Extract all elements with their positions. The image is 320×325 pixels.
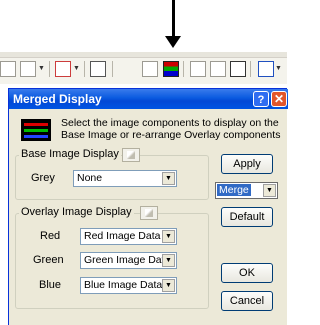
toolbar-button-9[interactable] xyxy=(230,61,246,77)
green-channel-select[interactable]: Green Image Data ▼ xyxy=(80,252,177,269)
ok-button[interactable]: OK xyxy=(221,263,273,283)
toolbar-button-1[interactable] xyxy=(0,61,16,77)
toolbar-button-10[interactable] xyxy=(258,61,274,77)
toolbar: ▼ ▼ ▼ xyxy=(0,52,287,84)
blue-channel-select[interactable]: Blue Image Data ▼ xyxy=(80,277,177,294)
dropdown-arrow-icon[interactable]: ▼ xyxy=(72,61,81,77)
dropdown-arrow-icon[interactable]: ▼ xyxy=(162,230,175,243)
histogram-tool-button[interactable] xyxy=(90,61,106,77)
toolbar-top-band xyxy=(0,52,287,58)
green-channel-value: Green Image Data xyxy=(84,254,171,266)
toolbar-separator xyxy=(49,61,50,77)
merged-display-button[interactable] xyxy=(163,61,179,77)
grey-select-value: None xyxy=(77,172,103,184)
default-button[interactable]: Default xyxy=(221,207,273,227)
toolbar-button-2[interactable] xyxy=(20,61,36,77)
dropdown-arrow-icon[interactable]: ▼ xyxy=(162,254,175,267)
toolbar-separator xyxy=(112,61,113,77)
pointer-arrow-icon xyxy=(165,36,181,48)
dropdown-arrow-icon[interactable]: ▼ xyxy=(37,61,46,77)
overlay-image-group-label: Overlay Image Display xyxy=(19,206,134,218)
red-channel-select[interactable]: Red Image Data ▼ xyxy=(80,228,177,245)
overlay-options-button[interactable] xyxy=(140,206,158,220)
dropdown-arrow-icon[interactable]: ▼ xyxy=(263,184,276,197)
green-label: Green xyxy=(33,254,64,266)
dialog-title: Merged Display xyxy=(13,92,102,106)
mode-select[interactable]: Merge ▼ xyxy=(215,182,278,199)
close-icon[interactable]: ✕ xyxy=(271,91,287,107)
grey-label: Grey xyxy=(31,172,55,184)
grey-select[interactable]: None ▼ xyxy=(73,170,177,187)
mode-select-value: Merge xyxy=(217,184,251,196)
blue-label: Blue xyxy=(39,279,62,291)
toolbar-separator xyxy=(250,61,251,77)
color-tool-button[interactable] xyxy=(55,61,71,77)
base-image-group-label: Base Image Display xyxy=(19,148,121,160)
toolbar-button-7[interactable] xyxy=(190,61,206,77)
pointer-arrow-shaft xyxy=(172,0,175,40)
base-image-options-button[interactable] xyxy=(122,148,140,162)
merged-display-icon xyxy=(21,119,51,141)
merged-display-dialog: Merged Display ? ✕ Select the image comp… xyxy=(8,88,288,325)
dropdown-arrow-icon[interactable]: ▼ xyxy=(274,61,283,77)
red-channel-value: Red Image Data xyxy=(84,230,161,242)
dialog-description: Select the image components to display o… xyxy=(61,117,281,141)
title-bar[interactable]: Merged Display ? ✕ xyxy=(9,89,288,109)
dropdown-arrow-icon[interactable]: ▼ xyxy=(162,279,175,292)
toolbar-separator xyxy=(183,61,184,77)
image-properties-button[interactable] xyxy=(142,61,158,77)
help-icon[interactable]: ? xyxy=(253,91,269,107)
dropdown-arrow-icon[interactable]: ▼ xyxy=(162,172,175,185)
toolbar-separator xyxy=(84,61,85,77)
apply-button[interactable]: Apply xyxy=(221,154,273,174)
blue-channel-value: Blue Image Data xyxy=(84,279,163,291)
red-label: Red xyxy=(40,230,61,242)
cancel-button[interactable]: Cancel xyxy=(221,291,273,311)
toolbar-button-8[interactable] xyxy=(210,61,226,77)
